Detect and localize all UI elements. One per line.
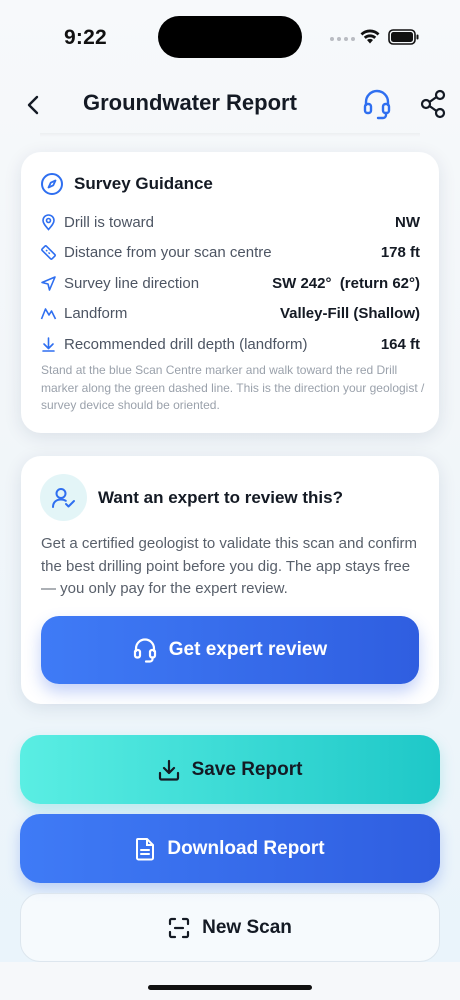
survey-guidance-header: Survey Guidance xyxy=(40,172,213,196)
save-report-label: Save Report xyxy=(191,758,303,780)
location-pin-icon xyxy=(42,214,55,231)
expert-avatar xyxy=(40,474,87,521)
survey-guidance-card: Survey Guidance Drill is toward NW Dista… xyxy=(21,152,439,433)
guidance-row-survey-line: Survey line direction SW 242° (return 62… xyxy=(40,268,420,299)
survey-guidance-title: Survey Guidance xyxy=(74,174,213,193)
dynamic-island xyxy=(158,16,302,58)
home-indicator[interactable] xyxy=(148,985,312,990)
scan-frame-icon xyxy=(169,917,190,938)
user-check-icon xyxy=(51,487,75,508)
expert-review-title: Want an expert to review this? xyxy=(98,487,343,507)
status-time: 9:22 xyxy=(64,26,107,49)
guidance-row-landform: Landform Valley-Fill (Shallow) xyxy=(40,299,420,330)
download-report-label: Download Report xyxy=(167,837,325,859)
guidance-row-drill-direction: Drill is toward NW xyxy=(40,207,420,238)
nav-bar: Groundwater Report xyxy=(0,80,460,130)
download-tray-icon xyxy=(158,759,179,781)
download-report-button[interactable]: Download Report xyxy=(20,814,440,883)
bottom-safe-area xyxy=(0,962,460,1000)
new-scan-button[interactable]: New Scan xyxy=(20,893,440,962)
document-icon xyxy=(136,837,155,860)
expert-review-description: Get a certified geologist to validate th… xyxy=(41,535,418,597)
nav-divider xyxy=(40,133,420,137)
compass-icon xyxy=(41,173,63,195)
headset-icon xyxy=(133,638,156,663)
battery-icon xyxy=(388,29,419,45)
chevron-left-icon xyxy=(27,95,39,115)
back-button[interactable] xyxy=(20,90,46,120)
cellular-signal-icon xyxy=(330,37,355,41)
wifi-icon xyxy=(360,29,380,44)
guidance-row-distance: Distance from your scan centre 178 ft xyxy=(40,238,420,269)
guidance-row-value: SW 242° (return 62°) xyxy=(272,274,420,292)
ruler-icon xyxy=(41,245,56,261)
guidance-row-value: NW xyxy=(395,213,420,231)
expert-review-header: Want an expert to review this? xyxy=(40,474,343,521)
save-report-button[interactable]: Save Report xyxy=(20,735,440,804)
new-scan-label: New Scan xyxy=(202,916,292,938)
guidance-rows: Drill is toward NW Distance from your sc… xyxy=(40,207,420,360)
guidance-row-label: Survey line direction xyxy=(64,274,200,292)
guidance-row-drill-depth: Recommended drill depth (landform) 164 f… xyxy=(40,329,420,360)
headset-support-icon[interactable] xyxy=(362,88,392,120)
guidance-note: Stand at the blue Scan Centre marker and… xyxy=(41,363,425,412)
guidance-row-value: Valley-Fill (Shallow) xyxy=(279,305,420,323)
share-icon[interactable] xyxy=(419,89,447,119)
guidance-row-label: Drill is toward xyxy=(64,213,155,231)
guidance-row-label: Landform xyxy=(64,305,128,323)
mountain-icon xyxy=(40,308,57,320)
get-expert-review-label: Get expert review xyxy=(168,639,328,660)
arrow-down-icon xyxy=(42,336,55,352)
page-title: Groundwater Report xyxy=(83,90,297,115)
get-expert-review-button[interactable]: Get expert review xyxy=(41,616,419,684)
expert-review-card: Want an expert to review this? Get a cer… xyxy=(21,456,439,704)
guidance-row-label: Distance from your scan centre xyxy=(64,244,272,262)
guidance-row-label: Recommended drill depth (landform) xyxy=(64,335,308,353)
navigation-arrow-icon xyxy=(41,275,56,291)
guidance-row-value: 164 ft xyxy=(380,335,420,353)
guidance-row-value: 178 ft xyxy=(380,244,420,262)
status-bar: 9:22 xyxy=(0,0,460,76)
